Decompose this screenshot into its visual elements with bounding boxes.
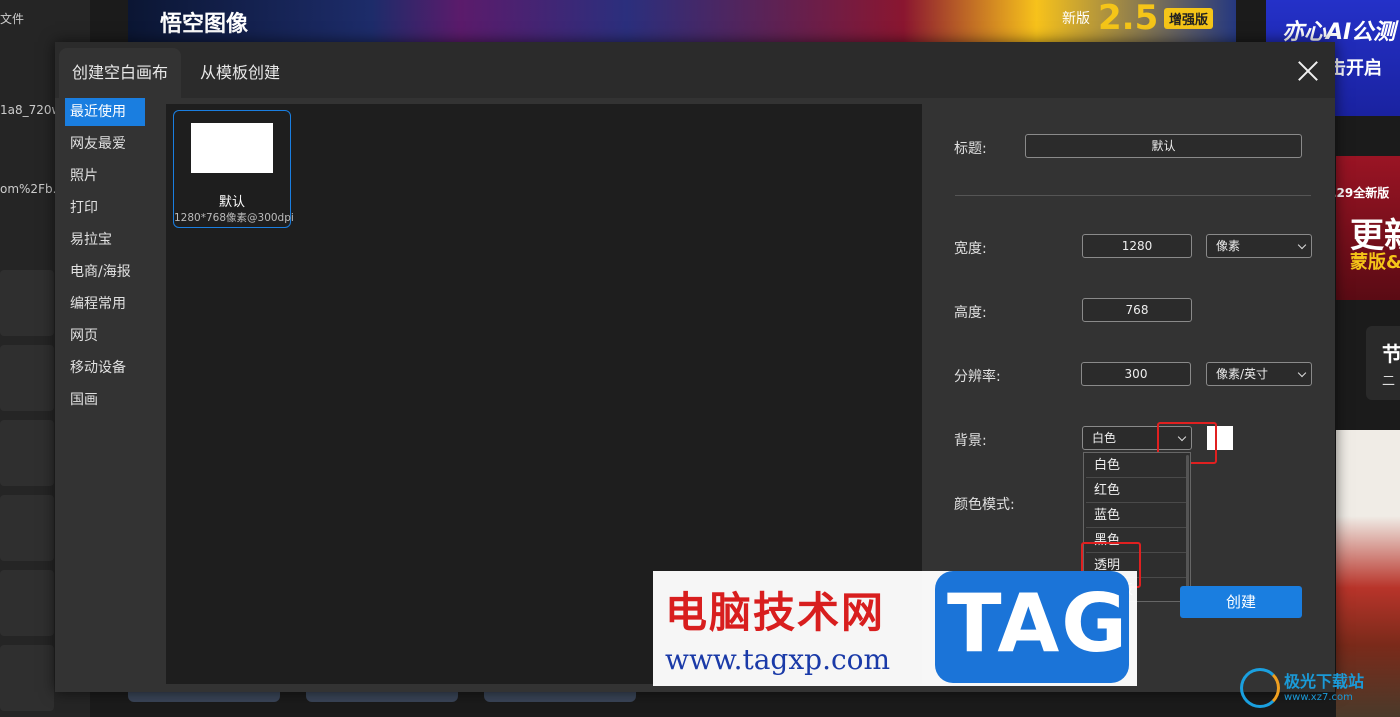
- category-photo[interactable]: 照片: [65, 162, 155, 194]
- width-unit-select[interactable]: 像素: [1206, 234, 1312, 258]
- ad-subtitle: 击开启: [1328, 58, 1382, 79]
- category-programming[interactable]: 编程常用: [65, 290, 155, 322]
- category-mobile[interactable]: 移动设备: [65, 354, 155, 386]
- create-button[interactable]: 创建: [1180, 586, 1302, 618]
- recent-file-tile[interactable]: [0, 570, 54, 636]
- tab-from-template[interactable]: 从模板创建: [187, 48, 293, 98]
- width-unit-value: 像素: [1216, 239, 1241, 253]
- category-recent[interactable]: 最近使用: [65, 98, 145, 126]
- banner-logo: 悟空图像: [160, 12, 249, 37]
- card-title: 节: [1382, 342, 1400, 366]
- template-name: 默认: [218, 195, 245, 210]
- recent-file-tile[interactable]: [0, 345, 54, 411]
- template-size: 1280*768像素@300dpi: [174, 212, 294, 224]
- title-label: 标题:: [954, 141, 987, 157]
- option-blue[interactable]: 蓝色: [1086, 504, 1186, 528]
- option-white[interactable]: 白色: [1086, 454, 1186, 478]
- chevron-down-icon: [1297, 240, 1307, 250]
- dialog-tabs: 创建空白画布 从模板创建: [55, 42, 1335, 98]
- close-icon[interactable]: [1295, 58, 1321, 84]
- resolution-unit-select[interactable]: 像素/英寸: [1206, 362, 1312, 386]
- banner-tag: 增强版: [1164, 8, 1214, 29]
- recent-file-name[interactable]: 1a8_720w: [0, 103, 61, 117]
- category-rollup-banner[interactable]: 易拉宝: [65, 226, 155, 258]
- bottom-thumbnail[interactable]: [128, 692, 280, 702]
- resolution-unit-value: 像素/英寸: [1216, 367, 1269, 381]
- logo-ring-icon: [1240, 668, 1280, 708]
- dropdown-scrollbar[interactable]: [1186, 455, 1189, 591]
- watermark-tag-logo: TAG: [935, 571, 1129, 683]
- category-print[interactable]: 打印: [65, 194, 155, 226]
- resolution-label: 分辨率:: [954, 369, 1001, 385]
- template-card-default[interactable]: 默认 1280*768像素@300dpi: [173, 110, 294, 228]
- top-banner[interactable]: 悟空图像 新版 2.5 增强版: [128, 0, 1236, 42]
- form-divider: [955, 195, 1311, 196]
- watermark-url: www.tagxp.com: [665, 643, 891, 676]
- background-value: 白色: [1092, 431, 1117, 445]
- ad-line: 蒙版&: [1350, 252, 1400, 273]
- card-subtitle: 二: [1382, 374, 1396, 389]
- corner-logo-url: www.xz7.com: [1284, 692, 1353, 703]
- watermark-text: 电脑技术网: [665, 588, 886, 637]
- option-red[interactable]: 红色: [1086, 479, 1186, 503]
- watermark-tag-text: TAG: [947, 577, 1129, 670]
- bottom-thumbnail[interactable]: [484, 692, 636, 702]
- category-web[interactable]: 网页: [65, 322, 155, 354]
- recent-file-tile[interactable]: [0, 270, 54, 336]
- color-mode-label: 颜色模式:: [954, 497, 1015, 513]
- ad-line: .29全新版: [1332, 186, 1390, 200]
- height-label: 高度:: [954, 305, 987, 321]
- resolution-input[interactable]: 300: [1081, 362, 1191, 386]
- banner-version-prefix: 新版: [1062, 11, 1090, 27]
- watermark: 电脑技术网 www.tagxp.com TAG: [653, 571, 1137, 686]
- category-chinese-painting[interactable]: 国画: [65, 386, 155, 418]
- width-label: 宽度:: [954, 241, 987, 257]
- side-card[interactable]: 节 二: [1366, 326, 1400, 400]
- recent-file-tile[interactable]: [0, 645, 54, 711]
- banner-version: 2.5: [1098, 0, 1159, 38]
- height-input[interactable]: 768: [1082, 298, 1192, 322]
- category-ecommerce-poster[interactable]: 电商/海报: [65, 258, 155, 290]
- file-label: 文件: [0, 12, 25, 26]
- corner-site-logo: 极光下载站 www.xz7.com: [1240, 664, 1400, 717]
- width-input[interactable]: 1280: [1082, 234, 1192, 258]
- recent-file-tile[interactable]: [0, 495, 54, 561]
- title-input[interactable]: 默认: [1025, 134, 1302, 158]
- recent-file-tile[interactable]: [0, 420, 54, 486]
- recent-file-name[interactable]: om%2Fb..: [0, 182, 60, 196]
- tab-blank-canvas[interactable]: 创建空白画布: [59, 48, 182, 98]
- category-favorites[interactable]: 网友最爱: [65, 130, 155, 162]
- side-ad-update[interactable]: .29全新版 更新 蒙版&: [1332, 156, 1400, 300]
- category-list: 最近使用 网友最爱 照片 打印 易拉宝 电商/海报 编程常用 网页 移动设备 国…: [65, 98, 155, 418]
- corner-logo-text: 极光下载站: [1284, 672, 1365, 691]
- bottom-thumbnail[interactable]: [306, 692, 458, 702]
- chevron-down-icon: [1297, 368, 1307, 378]
- background-label: 背景:: [954, 433, 987, 449]
- template-thumbnail: [191, 123, 273, 173]
